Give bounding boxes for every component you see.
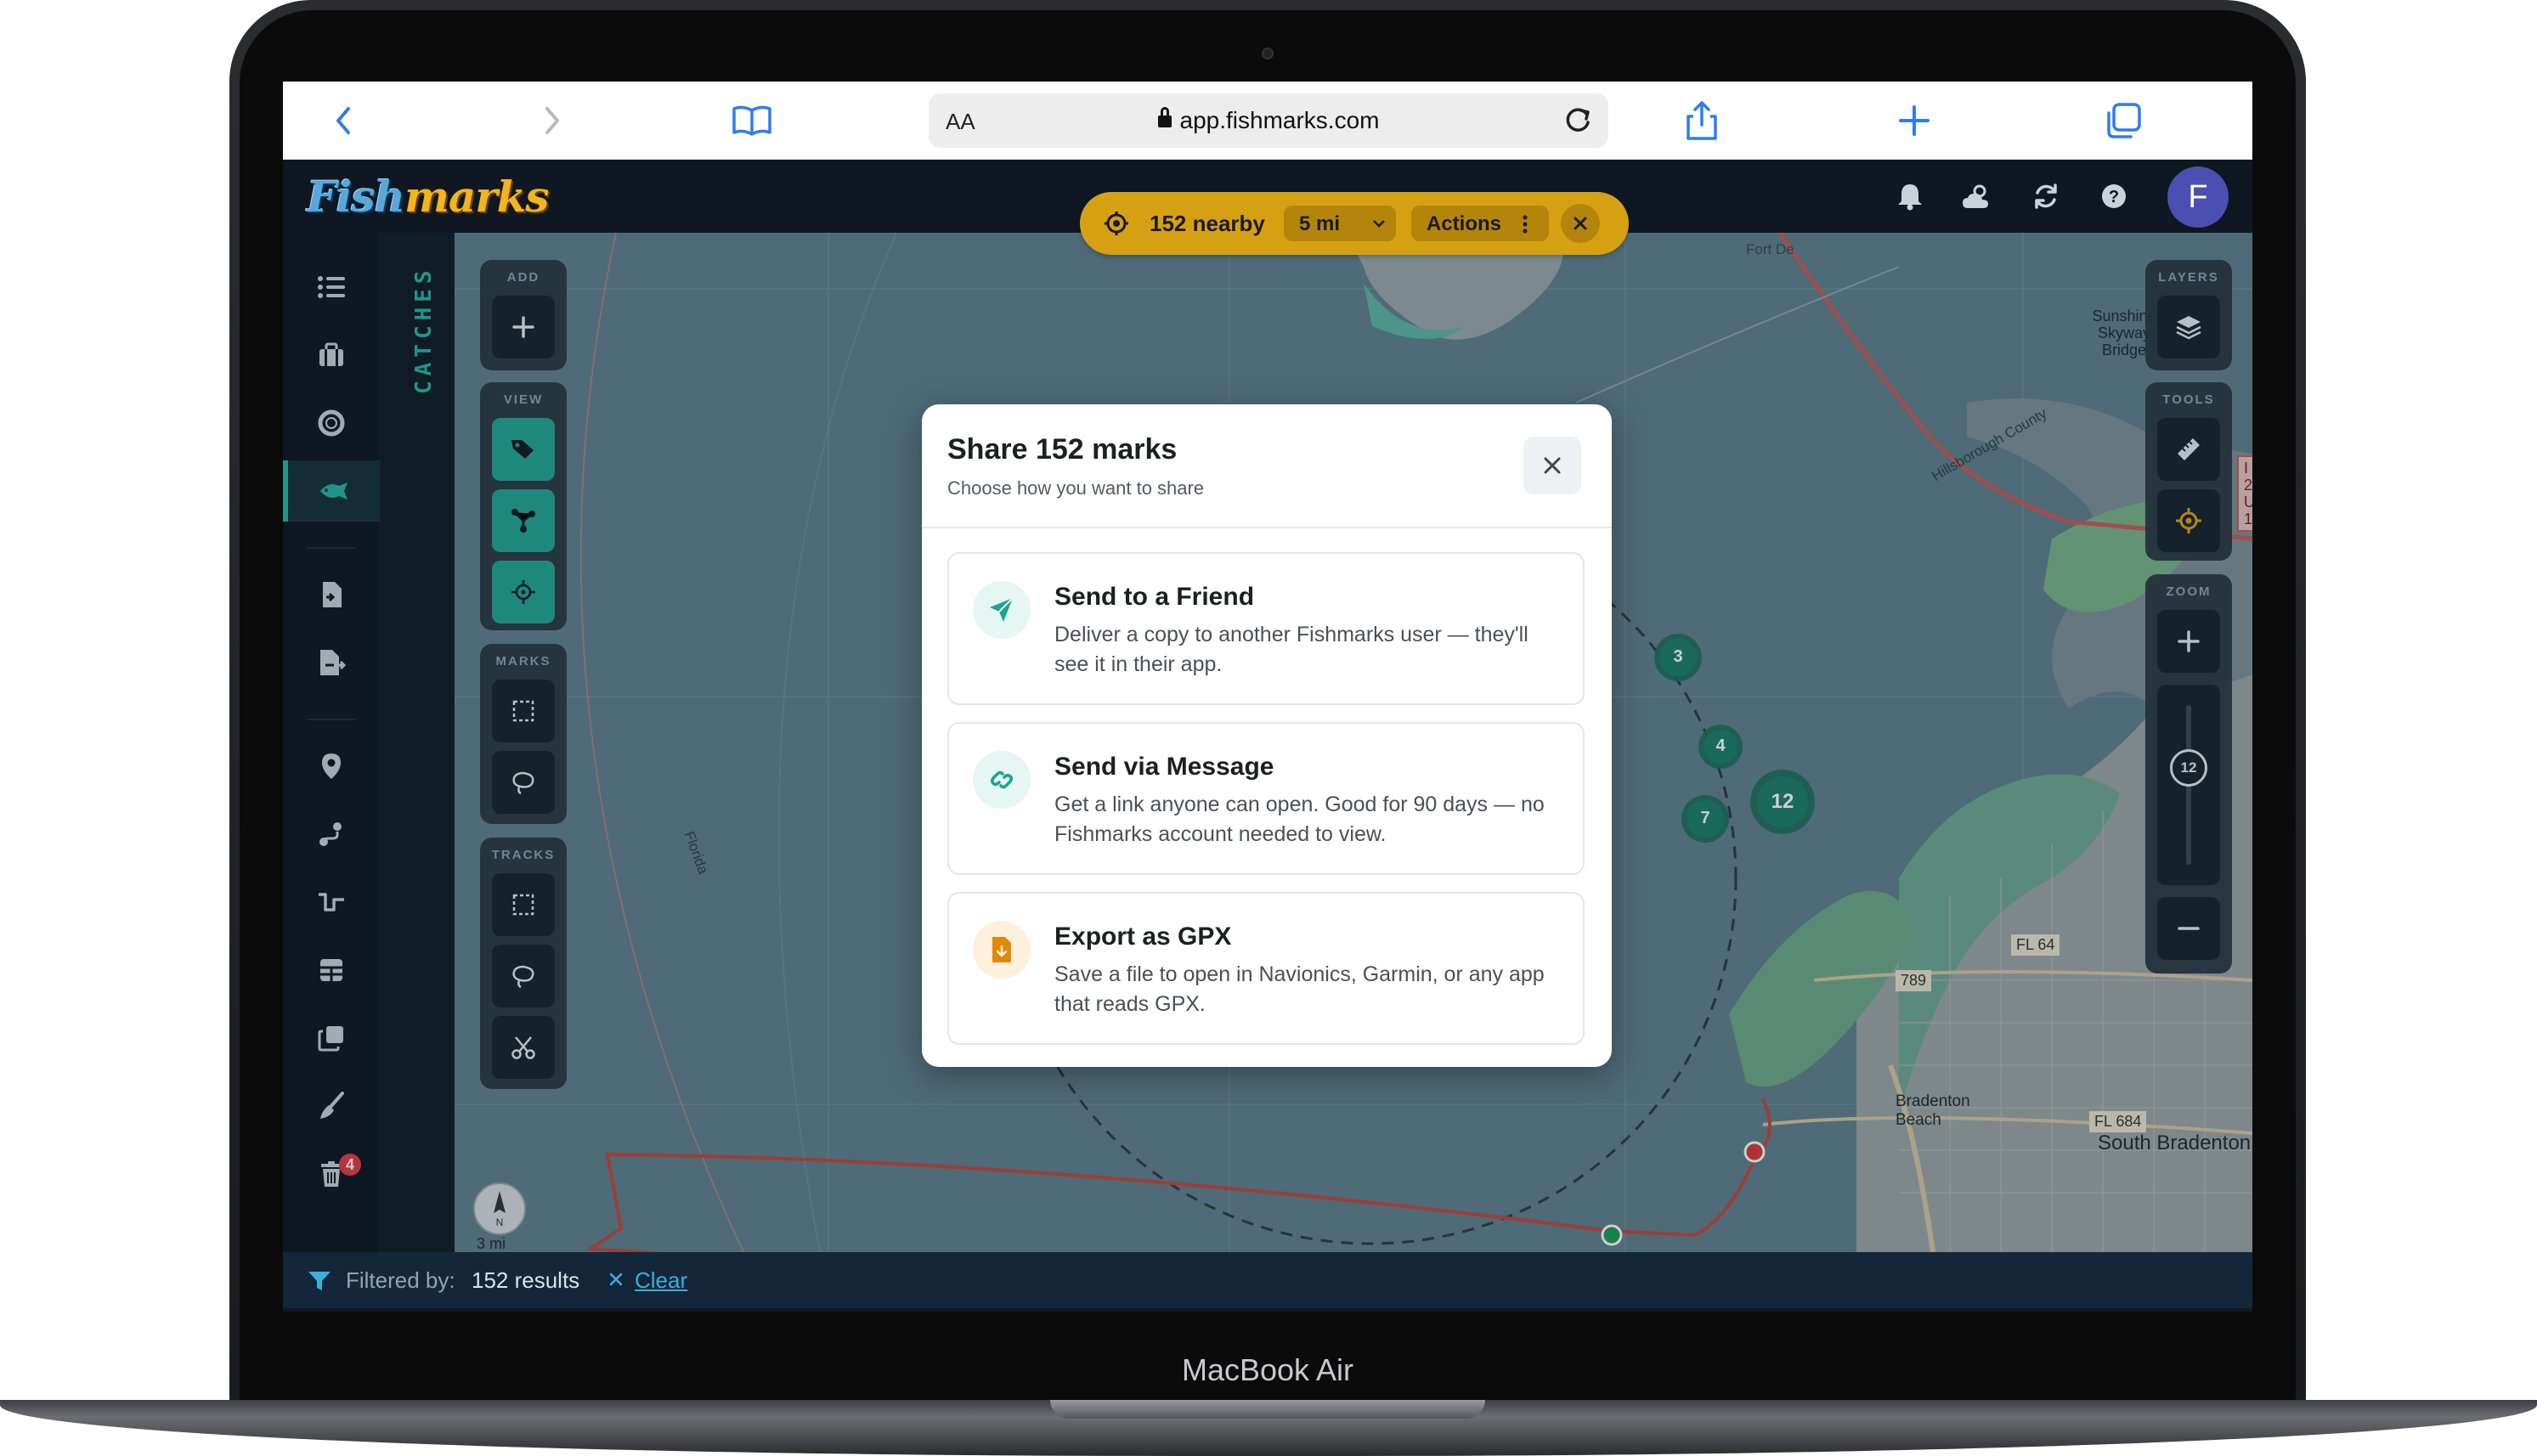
radius-select[interactable]: 5 mi	[1284, 206, 1396, 241]
option-title: Send to a Friend	[1054, 583, 1255, 611]
chevron-down-icon	[1373, 220, 1385, 228]
clear-x-icon[interactable]	[607, 1266, 624, 1294]
send-icon	[973, 581, 1031, 639]
link-icon	[973, 751, 1031, 809]
share-icon[interactable]	[1676, 95, 1727, 146]
laptop-notch	[1050, 1400, 1485, 1419]
weather-icon[interactable]	[1958, 177, 1997, 216]
fishmarks-logo[interactable]: Fishmarks	[307, 170, 549, 223]
export-gpx-option[interactable]: Export as GPX Save a file to open in Nav…	[947, 892, 1585, 1045]
filter-value: 152 results	[472, 1267, 580, 1293]
nearby-filter-pill: 152 nearby 5 mi Actions	[1080, 192, 1629, 255]
option-description: Save a file to open in Navionics, Garmin…	[1054, 962, 1545, 1016]
option-title: Export as GPX	[1054, 923, 1232, 951]
bookmarks-icon[interactable]	[726, 95, 777, 146]
share-modal: Share 152 marks Choose how you want to s…	[922, 404, 1612, 1067]
close-nearby-button[interactable]	[1561, 204, 1600, 243]
filter-bar: Filtered by: 152 results Clear	[283, 1252, 2252, 1308]
filter-label: Filtered by:	[346, 1267, 455, 1293]
camera	[1262, 48, 1274, 59]
bell-icon[interactable]	[1890, 177, 1930, 216]
file-icon	[973, 921, 1031, 979]
reload-icon[interactable]	[1556, 99, 1600, 143]
user-avatar[interactable]: F	[2167, 166, 2229, 228]
modal-divider	[922, 527, 1612, 528]
modal-title: Share 152 marks	[947, 433, 1178, 466]
lock-icon	[1157, 107, 1172, 127]
actions-button[interactable]: Actions	[1411, 206, 1549, 241]
close-icon	[1544, 457, 1561, 474]
target-icon	[1104, 211, 1129, 240]
close-icon	[1574, 217, 1587, 230]
option-description: Deliver a copy to another Fishmarks user…	[1054, 623, 1528, 676]
help-icon[interactable]: ?	[2094, 177, 2133, 216]
more-vertical-icon	[1523, 215, 1528, 234]
radius-value: 5 mi	[1299, 212, 1341, 235]
logo-part2: marks	[404, 171, 549, 222]
nearby-count: 152 nearby	[1150, 211, 1265, 236]
send-to-friend-option[interactable]: Send to a Friend Deliver a copy to anoth…	[947, 552, 1585, 705]
modal-subtitle: Choose how you want to share	[947, 477, 1205, 499]
screen: AA app.fishmarks.com Fishmarks ? F 4 CAT…	[283, 82, 2252, 1312]
stage: AA app.fishmarks.com Fishmarks ? F 4 CAT…	[0, 0, 2537, 1456]
actions-label: Actions	[1427, 212, 1502, 235]
svg-text:?: ?	[2109, 188, 2119, 206]
tabs-overview-icon[interactable]	[2098, 95, 2149, 146]
new-tab-icon[interactable]	[1889, 95, 1940, 146]
filter-icon	[307, 1269, 332, 1297]
back-icon[interactable]	[319, 95, 370, 146]
url-text: app.fishmarks.com	[1179, 107, 1380, 133]
clear-filter-link[interactable]: Clear	[635, 1267, 687, 1294]
browser-toolbar: AA app.fishmarks.com	[283, 82, 2252, 160]
send-via-message-option[interactable]: Send via Message Get a link anyone can o…	[947, 722, 1585, 875]
option-title: Send via Message	[1054, 753, 1274, 781]
forward-icon[interactable]	[526, 95, 577, 146]
option-description: Get a link anyone can open. Good for 90 …	[1054, 793, 1545, 846]
modal-close-button[interactable]	[1523, 437, 1581, 494]
device-label: MacBook Air	[1181, 1352, 1354, 1387]
logo-part1: Fish	[307, 171, 405, 222]
address-bar[interactable]: AA app.fishmarks.com	[929, 93, 1608, 148]
sync-icon[interactable]	[2026, 177, 2065, 216]
